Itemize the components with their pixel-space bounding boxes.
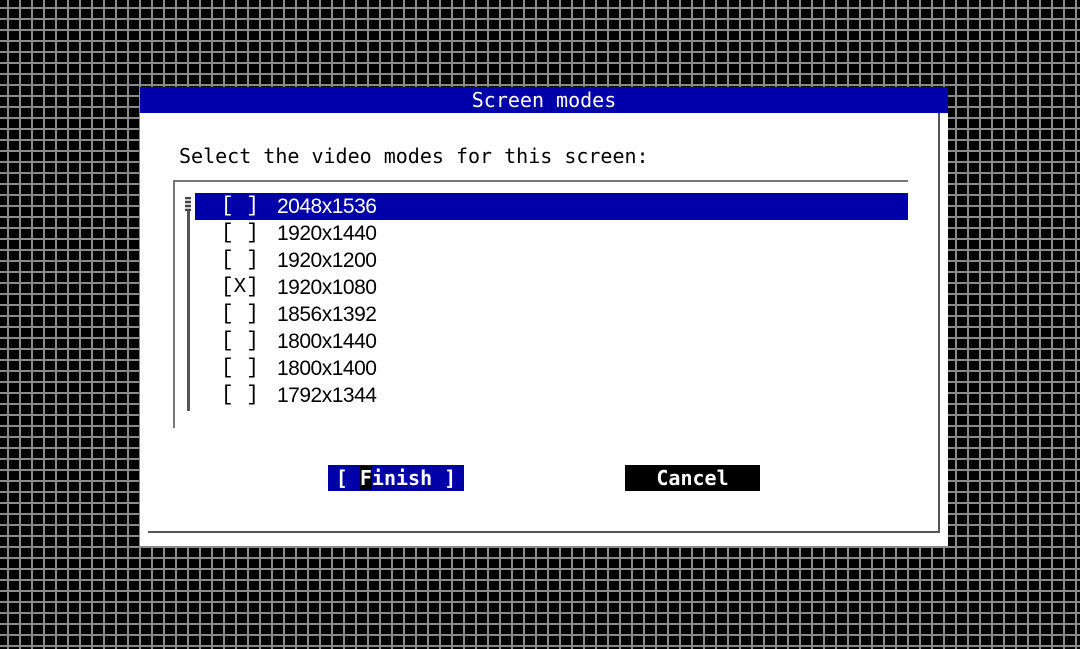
list-top-border bbox=[175, 180, 908, 182]
mode-checkbox[interactable]: [ ] bbox=[221, 382, 259, 409]
mode-list-item[interactable]: [ ] 1856x1392 bbox=[195, 301, 908, 328]
mode-checkbox[interactable]: [ ] bbox=[221, 301, 259, 328]
screen-modes-dialog: Screen modes Select the video modes for … bbox=[140, 87, 948, 546]
cancel-button[interactable]: Cancel bbox=[625, 465, 760, 491]
scrollbar-track[interactable] bbox=[187, 211, 190, 411]
mode-checkbox[interactable]: [ ] bbox=[221, 328, 259, 355]
mode-label: 1920x1080 bbox=[277, 276, 377, 299]
mode-list-item[interactable]: [ ] 1800x1440 bbox=[195, 328, 908, 355]
mode-list-item[interactable]: [ ] 1920x1440 bbox=[195, 220, 908, 247]
mode-list-item[interactable]: [ ] 1792x1344 bbox=[195, 382, 908, 409]
mode-label: 2048x1536 bbox=[277, 195, 377, 218]
mode-label: 1920x1440 bbox=[277, 222, 377, 245]
video-mode-list-box[interactable]: [ ] 2048x1536 [ ] 1920x1440 [ ] 1920x1200 [X] 1… bbox=[173, 180, 908, 428]
finish-button[interactable]: [ Finish ] bbox=[328, 465, 464, 491]
mode-checkbox[interactable]: [ ] bbox=[221, 355, 259, 382]
dialog-prompt: Select the video modes for this screen: bbox=[179, 144, 649, 168]
mode-label: 1920x1200 bbox=[277, 249, 377, 272]
mode-label: 1800x1400 bbox=[277, 357, 377, 380]
finish-button-hotkey: F bbox=[359, 466, 372, 490]
mode-label: 1792x1344 bbox=[277, 384, 377, 407]
mode-checkbox[interactable]: [ ] bbox=[221, 247, 259, 274]
dialog-title: Screen modes bbox=[140, 87, 948, 113]
mode-list-item[interactable]: [ ] 1800x1400 bbox=[195, 355, 908, 382]
mode-label: 1800x1440 bbox=[277, 330, 377, 353]
list-left-border bbox=[173, 180, 175, 428]
finish-button-open: [ bbox=[335, 466, 360, 490]
mode-list-item[interactable]: [ ] 1920x1200 bbox=[195, 247, 908, 274]
mode-checkbox[interactable]: [X] bbox=[221, 274, 259, 301]
mode-list-item[interactable]: [X] 1920x1080 bbox=[195, 274, 908, 301]
list-scrollbar[interactable] bbox=[185, 197, 191, 411]
mode-checkbox[interactable]: [ ] bbox=[221, 220, 259, 247]
finish-button-rest: inish ] bbox=[371, 466, 457, 490]
video-mode-list: [ ] 2048x1536 [ ] 1920x1440 [ ] 1920x1200 [X] 1… bbox=[195, 193, 908, 409]
scrollbar-thumb[interactable] bbox=[185, 197, 191, 211]
mode-label: 1856x1392 bbox=[277, 303, 377, 326]
mode-checkbox[interactable]: [ ] bbox=[221, 193, 259, 220]
mode-list-item[interactable]: [ ] 2048x1536 bbox=[195, 193, 908, 220]
